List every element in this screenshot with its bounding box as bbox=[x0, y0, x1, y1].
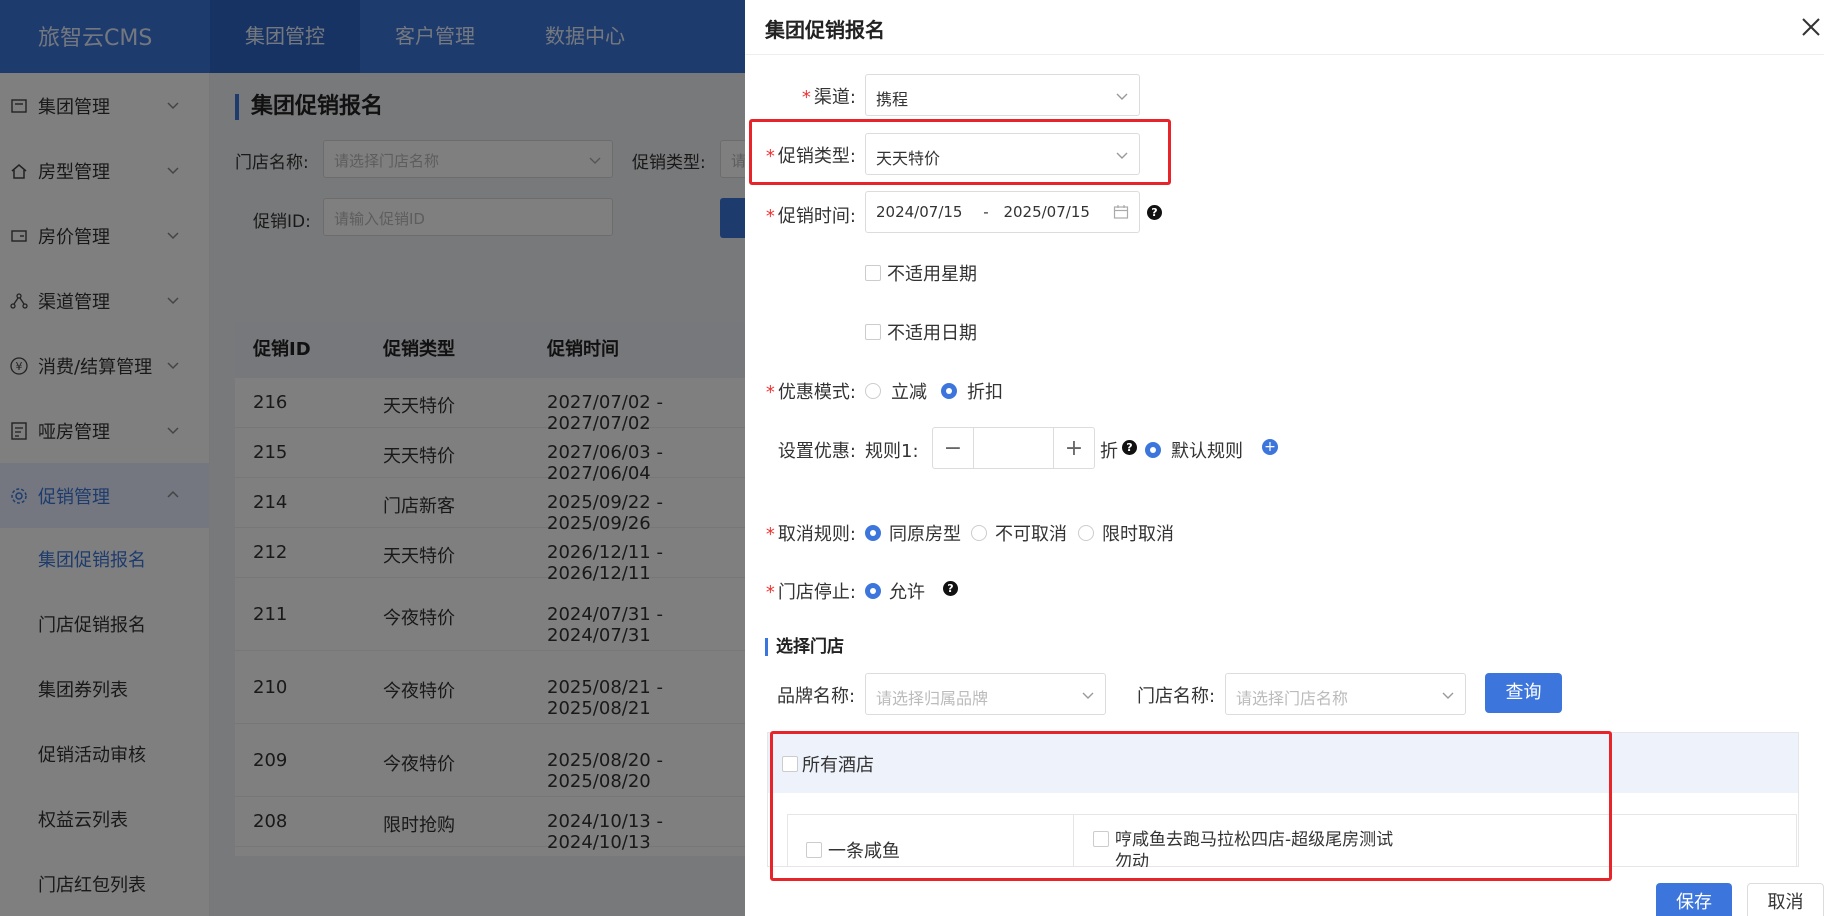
channel-value: 携程 bbox=[876, 90, 909, 109]
chevron-down-icon bbox=[1082, 692, 1094, 699]
channel-select[interactable]: 携程 bbox=[865, 74, 1140, 116]
store-select-drawer[interactable]: 请选择门店名称 bbox=[1225, 673, 1466, 715]
exclude-date-checkbox[interactable]: 不适用日期 bbox=[865, 319, 977, 345]
checkbox-icon bbox=[865, 324, 881, 340]
exclude-date-label: 不适用日期 bbox=[887, 323, 977, 344]
radio-non-cancel[interactable]: 不可取消 bbox=[971, 520, 1067, 546]
discount-mode-label-text: 优惠模式: bbox=[777, 382, 856, 403]
exclude-weekday-label: 不适用星期 bbox=[887, 264, 977, 285]
radio-limited-cancel[interactable]: 限时取消 bbox=[1078, 520, 1174, 546]
radio-discount-label: 折扣 bbox=[967, 382, 1003, 403]
radio-limited-cancel-label: 限时取消 bbox=[1102, 524, 1174, 545]
plus-button[interactable]: + bbox=[1054, 428, 1094, 468]
radio-icon bbox=[865, 383, 881, 399]
radio-selected-icon bbox=[865, 525, 881, 541]
discount-value-input[interactable] bbox=[973, 428, 1054, 468]
promo-time-label: * 促销时间: bbox=[760, 202, 856, 228]
default-rule-radio[interactable]: 默认规则 bbox=[1145, 437, 1243, 463]
help-icon[interactable]: ? bbox=[1147, 205, 1162, 220]
chevron-down-icon bbox=[1442, 692, 1454, 699]
radio-selected-icon bbox=[865, 583, 881, 599]
radio-discount[interactable]: 折扣 bbox=[941, 378, 1003, 404]
help-icon[interactable]: ? bbox=[1122, 440, 1137, 455]
radio-icon bbox=[1078, 525, 1094, 541]
drawer-title: 集团促销报名 bbox=[765, 18, 885, 42]
radio-allow[interactable]: 允许 bbox=[865, 578, 925, 604]
close-icon[interactable] bbox=[1798, 14, 1824, 40]
promo-date-range[interactable]: 2024/07/15 - 2025/07/15 bbox=[865, 191, 1140, 233]
highlight-box-promo-type bbox=[749, 119, 1171, 185]
default-rule-label: 默认规则 bbox=[1171, 441, 1243, 462]
required-mark: * bbox=[801, 87, 811, 108]
calendar-icon bbox=[1113, 205, 1129, 219]
brand-placeholder: 请选择归属品牌 bbox=[876, 689, 989, 708]
start-date: 2024/07/15 bbox=[876, 203, 963, 221]
discount-mode-label: * 优惠模式: bbox=[760, 378, 856, 404]
radio-reduce[interactable]: 立减 bbox=[865, 378, 927, 404]
divider bbox=[745, 54, 1824, 55]
highlight-box-hotel-list bbox=[770, 731, 1612, 881]
chevron-down-icon bbox=[1116, 93, 1128, 100]
minus-button[interactable]: − bbox=[933, 428, 973, 468]
store-placeholder: 请选择门店名称 bbox=[1236, 689, 1349, 708]
brand-name-label: 品牌名称: bbox=[777, 686, 856, 707]
add-rule-icon[interactable]: + bbox=[1262, 439, 1278, 455]
exclude-weekday-checkbox[interactable]: 不适用星期 bbox=[865, 260, 977, 286]
query-button[interactable]: 查询 bbox=[1485, 673, 1562, 713]
channel-label-text: 渠道: bbox=[813, 87, 856, 108]
store-name-field-label: 门店名称: bbox=[1137, 686, 1216, 707]
help-icon[interactable]: ? bbox=[943, 581, 958, 596]
required-mark: * bbox=[765, 382, 775, 403]
brand-select[interactable]: 请选择归属品牌 bbox=[865, 673, 1106, 715]
required-mark: * bbox=[765, 582, 775, 603]
rule-label: 规则1: bbox=[865, 441, 919, 462]
radio-same-room[interactable]: 同原房型 bbox=[865, 520, 961, 546]
checkbox-icon bbox=[865, 265, 881, 281]
discount-stepper[interactable]: − + bbox=[932, 427, 1095, 469]
radio-selected-icon bbox=[941, 383, 957, 399]
save-button[interactable]: 保存 bbox=[1656, 883, 1732, 916]
radio-allow-label: 允许 bbox=[889, 582, 925, 603]
cancel-rule-label: * 取消规则: bbox=[760, 520, 856, 546]
store-stop-label-text: 门店停止: bbox=[777, 582, 856, 603]
discount-setting-label: 设置优惠: bbox=[777, 441, 856, 462]
radio-icon bbox=[971, 525, 987, 541]
cancel-rule-label-text: 取消规则: bbox=[777, 524, 856, 545]
radio-same-room-label: 同原房型 bbox=[889, 524, 961, 545]
discount-unit: 折 bbox=[1100, 441, 1118, 462]
radio-non-cancel-label: 不可取消 bbox=[995, 524, 1067, 545]
end-date: 2025/07/15 bbox=[1003, 203, 1090, 221]
section-title-select-store: 选择门店 bbox=[765, 638, 844, 656]
required-mark: * bbox=[765, 206, 775, 227]
required-mark: * bbox=[765, 524, 775, 545]
cancel-button[interactable]: 取消 bbox=[1747, 883, 1824, 916]
radio-reduce-label: 立减 bbox=[891, 382, 927, 403]
date-separator: - bbox=[983, 203, 989, 221]
promo-time-label-text: 促销时间: bbox=[777, 206, 856, 227]
store-stop-label: * 门店停止: bbox=[760, 578, 856, 604]
radio-selected-icon bbox=[1145, 442, 1161, 458]
channel-label: * 渠道: bbox=[780, 83, 856, 109]
